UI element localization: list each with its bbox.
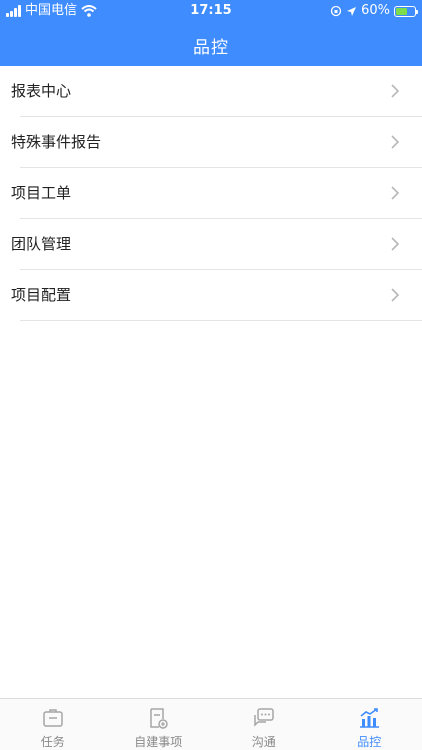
tab-3[interactable]: 沟通 xyxy=(211,699,317,750)
chevron-right-icon xyxy=(391,186,400,200)
divider xyxy=(20,320,422,321)
chevron-right-icon xyxy=(391,237,400,251)
add-document-icon xyxy=(150,708,168,729)
menu-item-label: 团队管理 xyxy=(11,235,72,253)
chat-icon xyxy=(254,708,274,727)
tab-label: 自建事项 xyxy=(134,735,183,749)
chart-icon xyxy=(360,708,380,728)
chevron-right-icon xyxy=(391,84,400,98)
tab-1[interactable]: 任务 xyxy=(0,699,106,750)
tab-label: 任务 xyxy=(40,735,65,749)
menu-item[interactable]: 特殊事件报告 xyxy=(0,117,422,168)
menu-item[interactable]: 团队管理 xyxy=(0,219,422,270)
menu-item-label: 项目工单 xyxy=(11,184,72,202)
menu-item-label: 报表中心 xyxy=(11,82,72,100)
status-right: 60% xyxy=(330,0,418,22)
battery-icon xyxy=(394,5,418,17)
location-icon xyxy=(347,6,357,16)
menu-item[interactable]: 报表中心 xyxy=(0,66,422,117)
tab-4[interactable]: 品控 xyxy=(317,699,422,750)
status-bar: 中国电信 17:15 60% xyxy=(0,0,422,22)
orientation-lock-icon xyxy=(330,5,342,17)
tab-bar: 任务 自建事项 沟通 品控 xyxy=(0,698,422,750)
chevron-right-icon xyxy=(391,135,400,149)
tab-label: 沟通 xyxy=(251,735,276,749)
menu-item[interactable]: 项目工单 xyxy=(0,168,422,219)
page-title: 品控 xyxy=(193,38,229,58)
menu-item-label: 项目配置 xyxy=(11,286,72,304)
menu-item-label: 特殊事件报告 xyxy=(11,133,102,151)
menu-list: 报表中心特殊事件报告 项目工单团队管理项目配置 xyxy=(0,66,422,321)
chevron-right-icon xyxy=(391,288,400,302)
menu-item[interactable]: 项目配置 xyxy=(0,270,422,321)
header-bar: 中国电信 17:15 60% 品控 xyxy=(0,0,422,66)
tab-2[interactable]: 自建事项 xyxy=(106,699,212,750)
battery-percent: 60% xyxy=(361,3,390,18)
briefcase-icon xyxy=(43,709,63,727)
tab-label: 品控 xyxy=(357,735,382,749)
